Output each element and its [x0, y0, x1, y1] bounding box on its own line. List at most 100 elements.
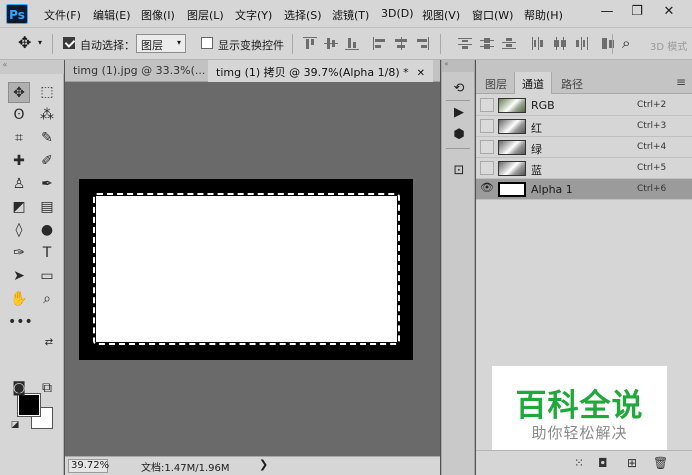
channel-row-red[interactable]: 红 Ctrl+3	[476, 116, 692, 137]
restore-button[interactable]: ❐	[626, 2, 648, 22]
actions-panel-icon[interactable]: ▶	[450, 104, 468, 122]
show-transform-checkbox[interactable]	[201, 37, 213, 49]
options-divider	[292, 34, 293, 54]
healing-brush-icon[interactable]: ✚	[8, 151, 30, 172]
tool-preset-caret-icon[interactable]: ▾	[38, 38, 42, 47]
quick-mask-icon[interactable]: ◙	[8, 378, 30, 399]
visibility-toggle[interactable]	[480, 161, 494, 175]
channel-row-rgb[interactable]: RGB Ctrl+2	[476, 95, 692, 116]
new-channel-icon[interactable]: ⊞	[627, 456, 637, 470]
tab-timg-jpg[interactable]: timg (1).jpg @ 33.3%(...✕	[65, 60, 230, 82]
eye-icon[interactable]: 👁	[480, 182, 494, 196]
menu-layer[interactable]: 图层(L)	[187, 7, 224, 23]
swap-colors-icon[interactable]: ⇄	[38, 332, 60, 353]
menu-type[interactable]: 文字(Y)	[235, 7, 272, 23]
pen-tool-icon[interactable]: ✑	[8, 243, 30, 264]
channel-row-green[interactable]: 绿 Ctrl+4	[476, 137, 692, 158]
panel-menu-icon[interactable]: ≡	[676, 75, 686, 89]
distribute-vertical-center-icon[interactable]	[480, 37, 494, 50]
3d-mode-label: 3D 模式	[650, 42, 688, 53]
lasso-tool-icon[interactable]: ʘ	[8, 105, 30, 126]
tab-timg-copy[interactable]: timg (1) 拷贝 @ 39.7%(Alpha 1/8) * ✕	[208, 60, 434, 82]
gradient-tool-icon[interactable]: ▤	[36, 197, 58, 218]
crop-tool-icon[interactable]: ⌗	[8, 128, 30, 149]
channel-thumbnail	[498, 98, 526, 113]
tab-paths[interactable]: 路径	[554, 72, 590, 94]
options-divider	[440, 34, 441, 54]
align-left-icon[interactable]	[373, 37, 387, 50]
menu-help[interactable]: 帮助(H)	[524, 7, 563, 23]
magic-wand-icon[interactable]: ⁂	[36, 105, 58, 126]
menu-view[interactable]: 视图(V)	[422, 7, 460, 23]
move-tool-icon[interactable]: ✥	[8, 82, 30, 103]
auto-select-target-value: 图层	[141, 39, 163, 52]
rectangle-tool-icon[interactable]: ▭	[36, 266, 58, 287]
visibility-toggle[interactable]	[480, 140, 494, 154]
options-divider	[612, 34, 613, 54]
default-colors-icon[interactable]: ◪	[8, 418, 22, 432]
zoom-tool-icon[interactable]: ⌕	[36, 289, 58, 310]
menu-window[interactable]: 窗口(W)	[472, 7, 513, 23]
menu-3d[interactable]: 3D(D)	[381, 7, 414, 20]
align-right-icon[interactable]	[415, 37, 429, 50]
align-vertical-center-icon[interactable]	[324, 37, 338, 50]
history-brush-icon[interactable]: ✒	[36, 174, 58, 195]
save-selection-icon[interactable]: ◘	[598, 456, 608, 470]
panel-header[interactable]	[476, 60, 692, 72]
tab-channels[interactable]: 通道	[514, 72, 552, 94]
history-panel-icon[interactable]: ⟲	[450, 80, 468, 98]
status-menu-arrow-icon[interactable]: ❯	[259, 458, 268, 471]
close-icon[interactable]: ✕	[417, 68, 425, 79]
channel-row-alpha-1[interactable]: 👁 Alpha 1 Ctrl+6	[476, 179, 692, 200]
distribute-left-icon[interactable]	[531, 37, 545, 50]
hand-tool-icon[interactable]: ✋	[8, 289, 30, 310]
path-selection-icon[interactable]: ➤	[8, 266, 30, 287]
menu-filter[interactable]: 滤镜(T)	[332, 7, 369, 23]
screen-mode-icon[interactable]: ⧉	[36, 378, 58, 399]
distribute-right-icon[interactable]	[575, 37, 589, 50]
dodge-tool-icon[interactable]: ●	[36, 220, 58, 241]
channel-shortcut: Ctrl+4	[637, 142, 667, 152]
channel-name: 绿	[531, 143, 542, 156]
blur-tool-icon[interactable]: ◊	[8, 220, 30, 241]
chevron-down-icon: ▾	[176, 38, 181, 47]
rectangular-marquee-icon[interactable]: ⬚	[36, 82, 58, 103]
dock-header[interactable]: «	[442, 60, 474, 72]
tab-layers[interactable]: 图层	[478, 72, 514, 94]
visibility-toggle[interactable]	[480, 98, 494, 112]
type-tool-icon[interactable]: T	[36, 243, 58, 264]
distribute-top-icon[interactable]	[458, 37, 472, 50]
align-top-icon[interactable]	[303, 37, 317, 50]
align-bottom-icon[interactable]	[345, 37, 359, 50]
search-icon[interactable]: ⌕	[622, 34, 630, 52]
channel-row-blue[interactable]: 蓝 Ctrl+5	[476, 158, 692, 179]
menu-image[interactable]: 图像(I)	[141, 7, 175, 23]
auto-select-checkbox[interactable]	[63, 37, 75, 49]
align-horizontal-center-icon[interactable]	[394, 37, 408, 50]
move-tool-icon[interactable]: ✥	[18, 35, 31, 51]
properties-panel-icon[interactable]: ⊡	[450, 162, 468, 180]
channel-thumbnail	[498, 140, 526, 155]
more-tools-icon[interactable]: •••	[8, 312, 33, 333]
clone-stamp-icon[interactable]: ♙	[8, 174, 30, 195]
menu-select[interactable]: 选择(S)	[284, 7, 322, 23]
load-selection-icon[interactable]: ⁙	[574, 456, 584, 470]
eyedropper-icon[interactable]: ✎	[36, 128, 58, 149]
3d-panel-icon[interactable]: ⬢	[450, 126, 468, 144]
delete-channel-icon[interactable]: 🗑	[653, 456, 668, 470]
tools-panel-header[interactable]: «	[0, 60, 64, 74]
options-divider	[52, 34, 53, 54]
menu-edit[interactable]: 编辑(E)	[93, 7, 131, 23]
menu-file[interactable]: 文件(F)	[44, 7, 81, 23]
close-window-button[interactable]: ✕	[658, 2, 680, 22]
distribute-horizontal-center-icon[interactable]	[553, 37, 567, 50]
visibility-toggle[interactable]	[480, 119, 494, 133]
distribute-bottom-icon[interactable]	[502, 37, 516, 50]
brush-tool-icon[interactable]: ✐	[36, 151, 58, 172]
eraser-tool-icon[interactable]: ◩	[8, 197, 30, 218]
minimize-button[interactable]: —	[596, 2, 618, 22]
channel-name: 蓝	[531, 164, 542, 177]
auto-select-target-dropdown[interactable]: 图层 ▾	[136, 34, 186, 53]
collapsed-panel-dock: « ⟲ ▶ ⬢ ⊡	[441, 60, 475, 475]
zoom-level-field[interactable]: 39.72%	[68, 459, 109, 473]
